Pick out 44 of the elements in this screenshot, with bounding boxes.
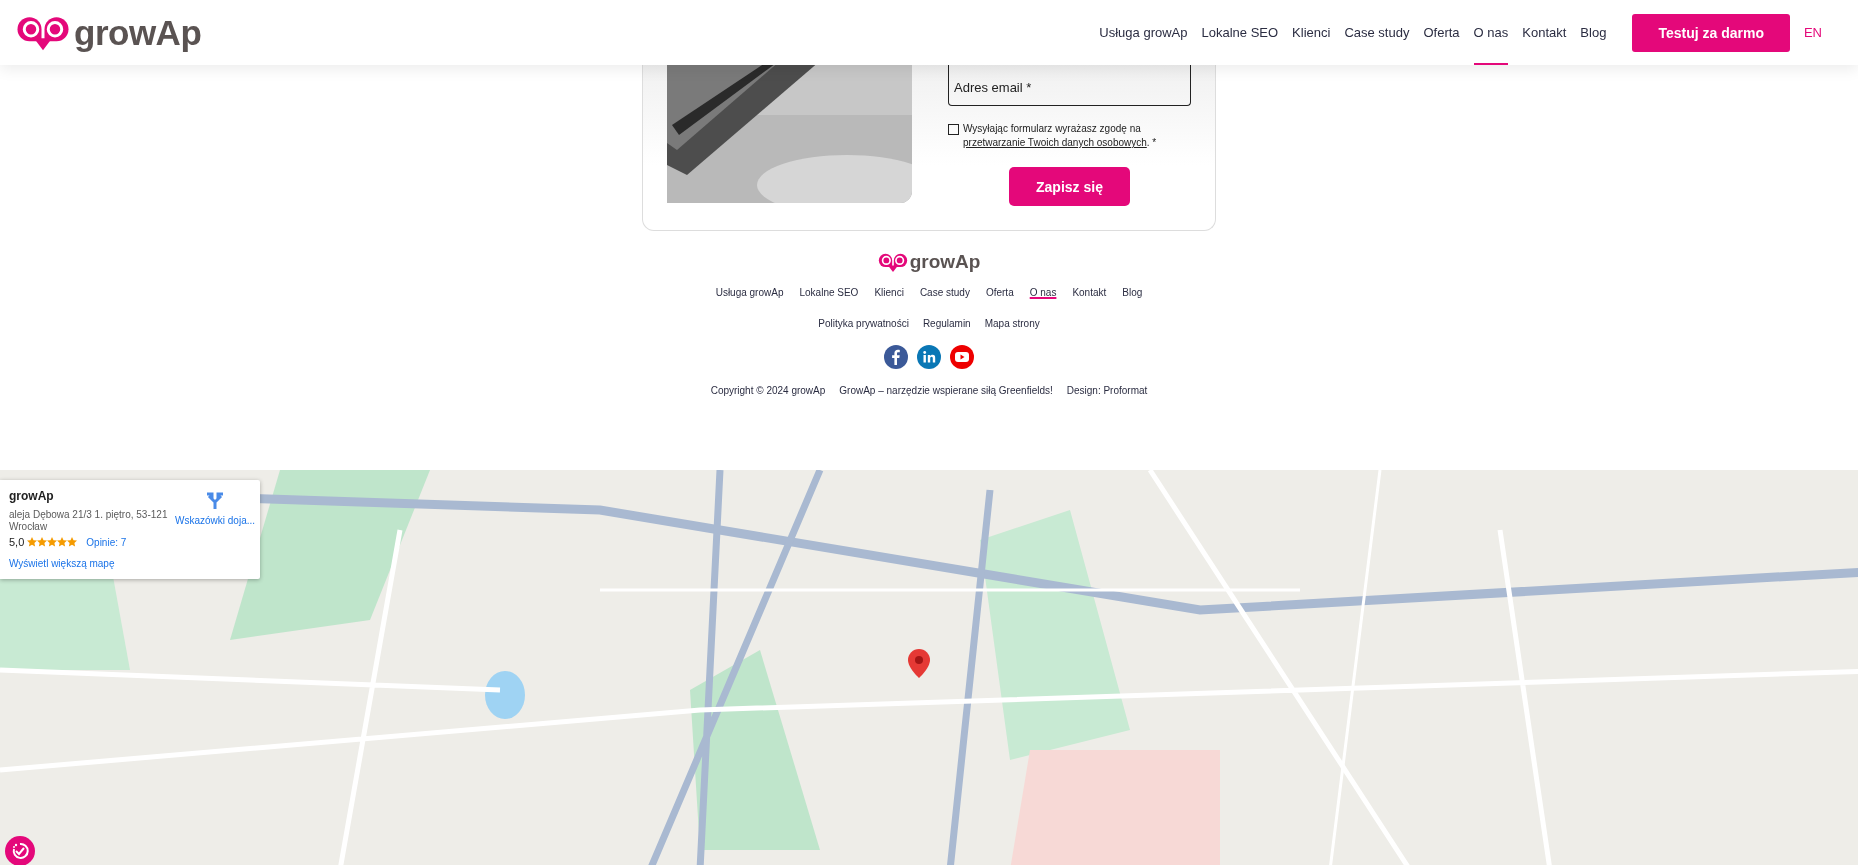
- footer-link[interactable]: Regulamin: [922, 318, 971, 329]
- footer-credit: Copyright © 2024 growAp: [710, 385, 826, 396]
- directions-link[interactable]: Wskazówki doja...: [175, 491, 256, 548]
- logo-icon[interactable]: [877, 251, 908, 273]
- footer-link[interactable]: Usługa growAp: [715, 287, 784, 298]
- reviews-link[interactable]: Opinie: 7: [86, 536, 127, 548]
- logo-text[interactable]: growAp: [74, 12, 202, 53]
- youtube-icon[interactable]: [950, 345, 974, 369]
- directions-label: Wskazówki doja...: [175, 515, 256, 526]
- nav-link[interactable]: Case study: [1344, 0, 1410, 65]
- rating-value: 5,0: [9, 536, 25, 548]
- directions-icon: [205, 491, 225, 511]
- nav-link[interactable]: Kontakt: [1522, 0, 1567, 65]
- footer-link[interactable]: Klienci: [874, 287, 904, 298]
- facebook-icon[interactable]: [884, 345, 908, 369]
- nav-link[interactable]: Klienci: [1292, 0, 1331, 65]
- privacy-link[interactable]: przetwarzanie Twoich danych osobowych: [963, 137, 1147, 148]
- larger-map-link[interactable]: Wyświetl większą mapę: [9, 558, 251, 569]
- nav-link[interactable]: Blog: [1580, 0, 1607, 65]
- logo-text[interactable]: growAp: [909, 251, 981, 273]
- place-name: growAp: [9, 489, 55, 503]
- linkedin-icon[interactable]: [917, 345, 941, 369]
- nav-link[interactable]: Lokalne SEO: [1201, 0, 1279, 65]
- cta-button[interactable]: Testuj za darmo: [1632, 13, 1790, 52]
- footer-link[interactable]: Case study: [919, 287, 970, 298]
- language-link[interactable]: EN: [1803, 25, 1822, 40]
- nav-link[interactable]: Usługa growAp: [1099, 0, 1188, 65]
- accessibility-icon[interactable]: [5, 836, 35, 865]
- footer-link[interactable]: Mapa strony: [984, 318, 1040, 329]
- nav-link[interactable]: O nas: [1473, 0, 1509, 65]
- place-address: aleja Dębowa 21/3 1. piętro, 53-121 Wrocław: [9, 509, 169, 533]
- consent-text: Wysyłając formularz wyrażasz zgodę na przetwarzanie Twoich danych osobowych. *: [963, 122, 1158, 150]
- submit-button[interactable]: Zapisz się: [1009, 167, 1130, 206]
- checkbox[interactable]: [948, 124, 959, 135]
- footer-link[interactable]: O nas: [1029, 287, 1057, 298]
- footer-credit: GrowAp – narzędzie wspierane siłą Greenfields!: [839, 385, 1053, 396]
- footer-link[interactable]: Kontakt: [1072, 287, 1107, 298]
- footer-link[interactable]: Oferta: [985, 287, 1014, 298]
- email-field[interactable]: Adres email *: [948, 65, 1191, 106]
- nav-link[interactable]: Oferta: [1423, 0, 1460, 65]
- footer-credit: Design: Proformat: [1066, 385, 1148, 396]
- footer-link[interactable]: Blog: [1122, 287, 1143, 298]
- footer-link[interactable]: Lokalne SEO: [799, 287, 859, 298]
- footer-link[interactable]: Polityka prywatności: [818, 318, 909, 329]
